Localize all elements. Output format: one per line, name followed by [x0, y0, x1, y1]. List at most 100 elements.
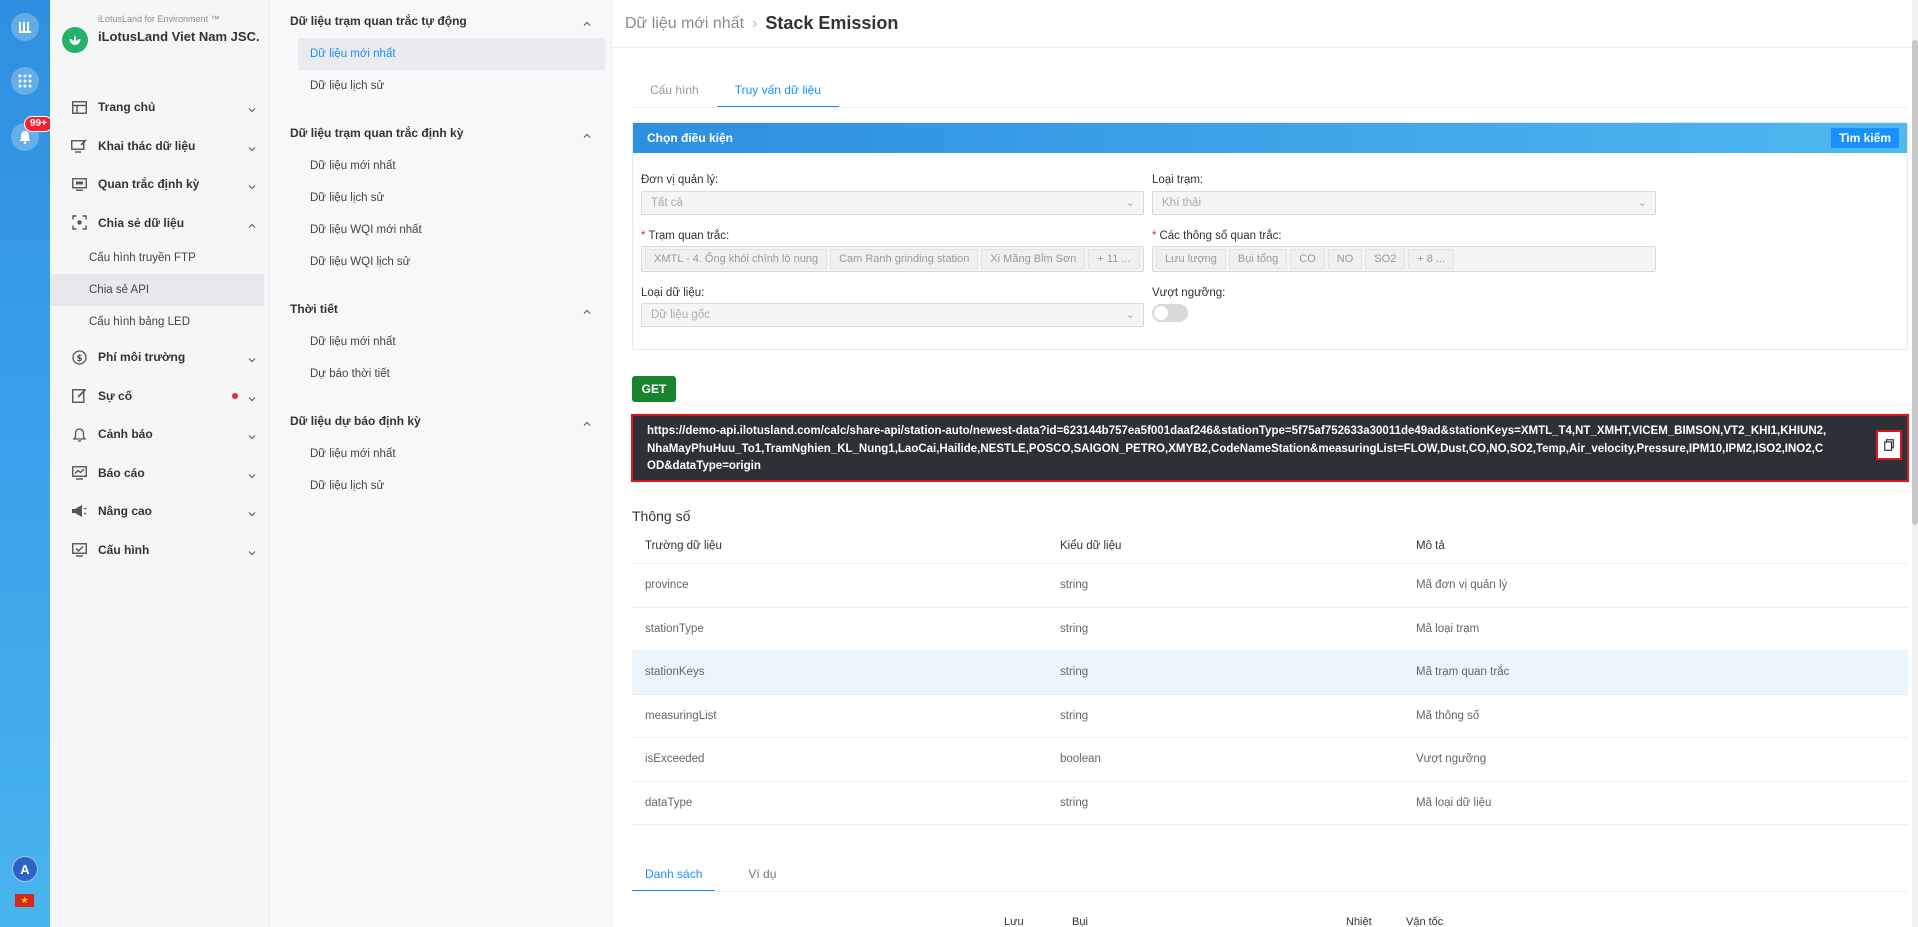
unit-select[interactable]: Tất cả ⌄ [641, 191, 1144, 215]
monitor-icon [70, 175, 88, 193]
nav-item-periodic[interactable]: Quan trắc định kỳ [50, 165, 270, 204]
table-row: stationType string Mã loại trạm [632, 608, 1908, 651]
exceeded-label: Vượt ngưỡng: [1152, 287, 1226, 299]
forecast-history-item[interactable]: Dữ liệu lịch sử [270, 470, 611, 502]
nav-item-fee[interactable]: $ Phí môi trường [50, 338, 270, 377]
nav-subitem-ftp[interactable]: Cấu hình truyền FTP [50, 242, 270, 274]
nav-item-home[interactable]: Trang chủ [50, 88, 270, 127]
nav-item-data-mining[interactable]: Khai thác dữ liệu [50, 127, 270, 166]
brand-logo-icon [62, 27, 88, 53]
periodic-wqi-latest-item[interactable]: Dữ liệu WQI mới nhất [270, 214, 611, 246]
param-tag[interactable]: NO [1327, 249, 1363, 269]
forecast-latest-item[interactable]: Dữ liệu mới nhất [270, 438, 611, 470]
apps-grid-icon[interactable] [11, 67, 39, 95]
param-tag[interactable]: SO2 [1365, 249, 1406, 269]
page-title: Stack Emission [765, 13, 899, 33]
view-tabs: Cấu hình Truy vấn dữ liệu [632, 78, 839, 108]
home-icon [70, 98, 88, 116]
param-tag[interactable]: CO [1290, 249, 1325, 269]
nav-label: Cảnh báo [98, 427, 153, 442]
list-column-header: Nhiệt [1346, 916, 1372, 927]
weather-forecast-item[interactable]: Dự báo thời tiết [270, 358, 611, 390]
nav-item-report[interactable]: Báo cáo [50, 454, 270, 493]
field-name-cell: stationKeys [645, 666, 705, 679]
station-more-tag[interactable]: + 11 ... [1088, 249, 1140, 269]
nav-item-config[interactable]: Cấu hình [50, 531, 270, 570]
edit-doc-icon [70, 387, 88, 405]
copy-icon [1884, 439, 1894, 451]
tab-list[interactable]: Danh sách [632, 862, 716, 892]
nav-label: Sự cố [98, 388, 133, 403]
filter-card: Chọn điều kiện Tìm kiếm Đơn vị quản lý: … [632, 122, 1908, 350]
nav-label: Chia sẻ dữ liệu [98, 215, 185, 230]
user-avatar[interactable]: A [12, 856, 38, 882]
field-name-cell: isExceeded [645, 753, 705, 766]
param-more-tag[interactable]: + 8 ... [1408, 249, 1455, 269]
result-tabs: Danh sách Ví dụ [632, 862, 809, 892]
tab-config[interactable]: Cấu hình [632, 78, 717, 108]
chevron-down-icon: ⌄ [1125, 309, 1135, 321]
weather-latest-item[interactable]: Dữ liệu mới nhất [270, 326, 611, 358]
section-title: Dữ liệu dự báo định kỳ [290, 414, 421, 428]
breadcrumb-separator-icon: › [752, 14, 758, 32]
params-label: * Các thông số quan trắc: [1152, 230, 1282, 242]
nav-subitem-led[interactable]: Cấu hình bảng LED [50, 306, 270, 338]
station-tag[interactable]: Cam Ranh grinding station [830, 249, 979, 269]
field-type-cell: string [1060, 796, 1089, 809]
filter-title: Chọn điều kiện [647, 131, 734, 145]
section-weather[interactable]: Thời tiết [270, 292, 611, 326]
nav-subitem-api[interactable]: Chia sẻ API [50, 274, 264, 306]
tab-example[interactable]: Ví dụ [735, 862, 789, 892]
megaphone-icon [70, 502, 88, 520]
periodic-wqi-history-item[interactable]: Dữ liệu WQI lịch sử [270, 246, 611, 278]
auto-history-data-item[interactable]: Dữ liệu lịch sử [270, 70, 611, 102]
api-url-box: https://demo-api.ilotusland.com/calc/sha… [631, 414, 1909, 482]
params-multiselect[interactable]: Lưu lượng Bụi tổng CO NO SO2 + 8 ... [1152, 246, 1656, 272]
station-tag[interactable]: Xi Măng Bỉm Sơn [981, 249, 1086, 269]
required-mark: * [1152, 230, 1157, 242]
station-multiselect[interactable]: XMTL - 4. Ống khói chính lò nung Cam Ran… [641, 246, 1144, 272]
get-method-button[interactable]: GET [632, 376, 676, 402]
page-scrollbar[interactable] [1912, 0, 1918, 927]
chevron-down-icon [248, 141, 256, 155]
api-category-sidebar: Dữ liệu trạm quan trắc tự động Dữ liệu m… [270, 0, 612, 927]
station-type-select[interactable]: Khí thải ⌄ [1152, 191, 1656, 215]
field-type-cell: string [1060, 579, 1089, 592]
brand-name: iLotusLand Viet Nam JSC. [98, 29, 260, 44]
app-logo-icon[interactable] [11, 13, 39, 41]
param-tag[interactable]: Lưu lượng [1156, 249, 1226, 269]
copy-url-button[interactable] [1876, 430, 1902, 460]
chevron-up-icon [583, 128, 591, 142]
nav-item-incident[interactable]: Sự cố [50, 377, 270, 416]
search-button[interactable]: Tìm kiếm [1830, 128, 1899, 148]
periodic-history-data-item[interactable]: Dữ liệu lịch sử [270, 182, 611, 214]
exceeded-toggle[interactable] [1152, 304, 1188, 322]
nav-item-warning[interactable]: Cảnh báo [50, 415, 270, 454]
tab-query[interactable]: Truy vấn dữ liệu [716, 78, 839, 108]
required-mark: * [641, 230, 646, 242]
periodic-latest-data-item[interactable]: Dữ liệu mới nhất [270, 150, 611, 182]
auto-latest-data-item[interactable]: Dữ liệu mới nhất [298, 38, 605, 70]
station-tag[interactable]: XMTL - 4. Ống khói chính lò nung [645, 249, 828, 269]
scrollbar-thumb[interactable] [1912, 40, 1918, 525]
language-flag-icon[interactable]: ★ [15, 894, 34, 907]
list-column-header: Lưu [1004, 916, 1024, 927]
nav-item-advanced[interactable]: Nâng cao [50, 492, 270, 531]
api-url-text[interactable]: https://demo-api.ilotusland.com/calc/sha… [647, 425, 1826, 472]
breadcrumb-parent[interactable]: Dữ liệu mới nhất [625, 15, 744, 33]
data-type-select[interactable]: Dữ liệu gốc ⌄ [641, 303, 1144, 327]
column-header: Mô tả [1416, 539, 1445, 552]
params-table: Trường dữ liệu Kiểu dữ liệu Mô tả provin… [632, 528, 1908, 825]
section-periodic-forecast[interactable]: Dữ liệu dự báo định kỳ [270, 404, 611, 438]
monitor-check-icon [70, 541, 88, 559]
field-desc-cell: Mã trạm quan trắc [1416, 666, 1510, 679]
section-auto-station[interactable]: Dữ liệu trạm quan trắc tự động [270, 4, 611, 38]
field-type-cell: string [1060, 709, 1089, 722]
column-header: Kiểu dữ liệu [1060, 539, 1122, 552]
station-type-select-value: Khí thải [1162, 197, 1201, 209]
param-tag[interactable]: Bụi tổng [1228, 249, 1288, 269]
section-periodic-station[interactable]: Dữ liệu trạm quan trắc định kỳ [270, 116, 611, 150]
brand-tagline: iLotusLand for Environment ™ [98, 14, 220, 24]
nav-item-share[interactable]: Chia sẻ dữ liệu [50, 204, 270, 243]
chevron-up-icon [248, 218, 256, 232]
